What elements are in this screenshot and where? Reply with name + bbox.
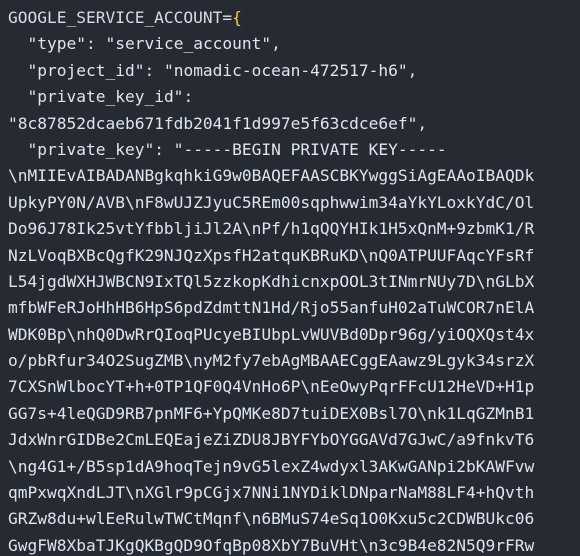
- code-line[interactable]: GwgFW8XbaTJKgQKBgQD9OfqBp08XbY7BuVHt\n3c…: [8, 533, 580, 556]
- code-token: "service_account": [105, 34, 272, 54]
- code-line[interactable]: GRZw8du+wlEeRulwTWCtMqnf\n6BMuS74eSq1O0K…: [8, 506, 580, 532]
- code-token: 7CXSnWlbocYT+h+0TP1QF0Q4VnHo6P\nEeOwyPqr…: [8, 377, 535, 397]
- code-line[interactable]: L54jgdWXHJWBCN9IxTQl5zzkopKdhicnxpOOL3tI…: [8, 269, 580, 295]
- code-line[interactable]: "project_id": "nomadic-ocean-472517-h6",: [8, 58, 580, 84]
- code-token: "private_key": [27, 139, 155, 159]
- code-token: GRZw8du+wlEeRulwTWCtMqnf\n6BMuS74eSq1O0K…: [8, 509, 535, 529]
- code-token: Do96J78Ik25vtYfbbljiJl2A\nPf/h1qQQYHIk1H…: [8, 219, 535, 239]
- code-token: WDK0Bp\nhQ0DwRrQIoqPUcyeBIUbpLvWUVBd0Dpr…: [8, 324, 535, 344]
- code-token: :: [85, 34, 106, 54]
- code-token: \nMIIEvAIBADANBgkqhkiG9w0BAQEFAASCBKYwgg…: [8, 166, 535, 186]
- code-token: ,: [271, 34, 281, 54]
- code-editor[interactable]: GOOGLE_SERVICE_ACCOUNT={ "type": "servic…: [0, 0, 580, 556]
- code-token: qmPxwqXndLJT\nXGlr9pCGjx7NNi1NYDiklDNpar…: [8, 483, 535, 503]
- code-token: "-----BEGIN PRIVATE KEY-----: [173, 139, 447, 159]
- code-token: "8c87852dcaeb671fdb2041f1d997e5f63cdce6e…: [8, 113, 418, 133]
- code-token: UpkyPY0N/AVB\nF8wUJZJyuC5REm00sqphwwim34…: [8, 192, 535, 212]
- code-token: ,: [407, 60, 418, 80]
- code-line[interactable]: \ng4G1+/B5sp1dA9hoqTejn9vG5lexZ4wdyxl3AK…: [8, 454, 580, 480]
- code-token: {: [232, 8, 242, 27]
- code-token: "private_key_id": [27, 87, 184, 107]
- code-token: :: [144, 60, 164, 80]
- code-token: "nomadic-ocean-472517-h6": [163, 60, 408, 80]
- code-line[interactable]: JdxWnrGIDBe2CmLEQEajeZiZDU8JBYFYbOYGGAVd…: [8, 427, 580, 453]
- code-token: "type": [27, 34, 86, 54]
- code-line[interactable]: NzLVoqBXBcQgfK29NJQzXpsfH2atquKBRuKD\nQ0…: [8, 243, 580, 269]
- code-line[interactable]: UpkyPY0N/AVB\nF8wUJZJyuC5REm00sqphwwim34…: [8, 190, 580, 216]
- code-line[interactable]: GOOGLE_SERVICE_ACCOUNT={: [8, 5, 580, 31]
- code-token: "project_id": [27, 60, 145, 80]
- code-line[interactable]: Do96J78Ik25vtYfbbljiJl2A\nPf/h1qQQYHIk1H…: [8, 216, 580, 242]
- code-token: mfbWFeRJoHhHB6HpS6pdZdmttN1Hd/Rjo55anfuH…: [8, 298, 535, 318]
- code-line[interactable]: qmPxwqXndLJT\nXGlr9pCGjx7NNi1NYDiklDNpar…: [8, 480, 580, 506]
- code-line[interactable]: mfbWFeRJoHhHB6HpS6pdZdmttN1Hd/Rjo55anfuH…: [8, 295, 580, 321]
- code-token: :: [154, 139, 174, 159]
- code-line[interactable]: GG7s+4leQGD9RB7pnMF6+YpQMKe8D7tuiDEX0Bsl…: [8, 401, 580, 427]
- code-line[interactable]: "type": "service_account",: [8, 31, 580, 57]
- code-token: L54jgdWXHJWBCN9IxTQl5zzkopKdhicnxpOOL3tI…: [8, 271, 535, 291]
- code-line[interactable]: WDK0Bp\nhQ0DwRrQIoqPUcyeBIUbpLvWUVBd0Dpr…: [8, 322, 580, 348]
- code-line[interactable]: o/pbRfur34O2SugZMB\nyM2fy7ebAgMBAAECggEA…: [8, 348, 580, 374]
- code-token: JdxWnrGIDBe2CmLEQEajeZiZDU8JBYFYbOYGGAVd…: [8, 430, 535, 450]
- code-token: GG7s+4leQGD9RB7pnMF6+YpQMKe8D7tuiDEX0Bsl…: [8, 403, 535, 423]
- code-token: GwgFW8XbaTJKgQKBgQD9OfqBp08XbY7BuVHt\n3c…: [8, 535, 535, 555]
- code-line[interactable]: 7CXSnWlbocYT+h+0TP1QF0Q4VnHo6P\nEeOwyPqr…: [8, 374, 580, 400]
- code-token: o/pbRfur34O2SugZMB\nyM2fy7ebAgMBAAECggEA…: [8, 351, 535, 371]
- code-token: NzLVoqBXBcQgfK29NJQzXpsfH2atquKBRuKD\nQ0…: [8, 245, 535, 265]
- code-line[interactable]: "8c87852dcaeb671fdb2041f1d997e5f63cdce6e…: [8, 111, 580, 137]
- code-line[interactable]: "private_key_id":: [8, 84, 580, 110]
- code-token: ,: [417, 113, 428, 133]
- code-line[interactable]: "private_key": "-----BEGIN PRIVATE KEY--…: [8, 137, 580, 163]
- code-token: :: [183, 87, 194, 107]
- code-line[interactable]: \nMIIEvAIBADANBgkqhkiG9w0BAQEFAASCBKYwgg…: [8, 163, 580, 189]
- code-token: GOOGLE_SERVICE_ACCOUNT=: [8, 8, 233, 27]
- code-token: \ng4G1+/B5sp1dA9hoqTejn9vG5lexZ4wdyxl3AK…: [8, 456, 535, 476]
